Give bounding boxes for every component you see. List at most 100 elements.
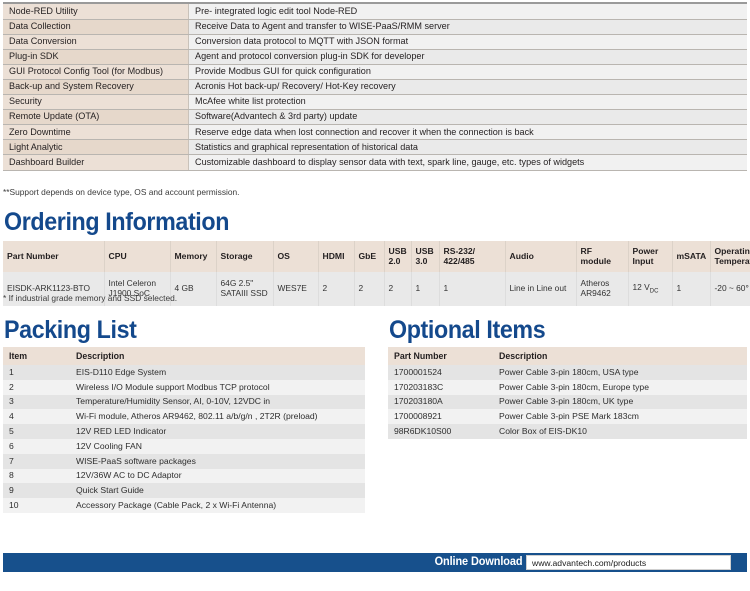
ordering-cell-usb20: 2	[384, 272, 412, 306]
optional-items-part-number-cell: 98R6DK10S00	[388, 424, 493, 439]
feature-table-row: Dashboard Builder Customizable dashboard …	[3, 154, 747, 171]
feature-table-row: Remote Update (OTA) Software(Advantech & …	[3, 109, 747, 126]
ordering-cell-os: WES7E	[273, 272, 319, 306]
feature-table-row: Security McAfee white list protection	[3, 94, 747, 111]
packing-list-header-description: Description	[70, 347, 365, 365]
optional-items-row: 170203183C Power Cable 3-pin 180cm, Europ…	[388, 379, 747, 395]
ordering-header-power-input: Power Input	[628, 241, 673, 272]
packing-list-row: 9 Quick Start Guide	[3, 483, 365, 499]
feature-description-cell: Receive Data to Agent and transfer to WI…	[188, 19, 747, 35]
ordering-header-gbe: GbE	[354, 241, 385, 272]
feature-table-row: GUI Protocol Config Tool (for Modbus) Pro…	[3, 64, 747, 80]
feature-description-cell: Pre- integrated logic edit tool Node-RED	[188, 4, 747, 20]
ordering-cell-audio: Line in Line out	[505, 272, 577, 306]
packing-list-header-row: Item Description	[3, 347, 365, 365]
packing-list-description-cell: 12V Cooling FAN	[70, 438, 365, 454]
packing-list-table-container: Item Description 1 EIS-D110 Edge System 2 W…	[3, 347, 365, 513]
packing-list-row: 2 Wireless I/O Module support Modbus TCP …	[3, 379, 365, 395]
feature-name-cell: Light Analytic	[3, 139, 189, 156]
ordering-header-hdmi: HDMI	[318, 241, 355, 272]
optional-items-description-cell: Power Cable 3-pin 180cm, Europe type	[493, 379, 747, 395]
feature-description-cell: Acronis Hot back-up/ Recovery/ Hot-Key r…	[188, 79, 747, 96]
ordering-cell-hdmi: 2	[318, 272, 355, 306]
ordering-header-os: OS	[273, 241, 319, 272]
feature-description-cell: Agent and protocol conversion plug-in SD…	[188, 49, 747, 65]
feature-table-row: Plug-in SDK Agent and protocol conversion…	[3, 49, 747, 65]
feature-table-row: Zero Downtime Reserve edge data when lost…	[3, 124, 747, 141]
online-download-url-box[interactable]: www.advantech.com/products	[526, 555, 731, 570]
packing-list-row: 4 Wi-Fi module, Atheros AR9462, 802.11 a/…	[3, 409, 365, 425]
footer-download-bar: Online Download www.advantech.com/produc…	[3, 553, 747, 572]
packing-list-row: 6 12V Cooling FAN	[3, 438, 365, 454]
packing-list-item-cell: 9	[3, 483, 70, 499]
packing-list-description-cell: Wi-Fi module, Atheros AR9462, 802.11 a/b…	[70, 409, 365, 425]
optional-items-table: Part Number Description 1700001524 Power …	[388, 347, 747, 439]
ordering-header-msata: mSATA	[672, 241, 711, 272]
packing-list-row: 7 WISE-PaaS software packages	[3, 453, 365, 469]
ordering-header-memory: Memory	[170, 241, 217, 272]
feature-name-cell: Data Conversion	[3, 34, 189, 50]
ordering-header-storage: Storage	[216, 241, 274, 272]
software-feature-table-container: Node-RED Utility Pre- integrated logic ed…	[3, 2, 747, 171]
optional-items-heading: Optional Items	[389, 316, 546, 344]
power-input-subscript: DC	[649, 288, 659, 295]
packing-list-description-cell: Quick Start Guide	[70, 483, 365, 499]
optional-items-description-cell: Power Cable 3-pin 180cm, UK type	[493, 394, 747, 410]
packing-list-description-cell: Wireless I/O Module support Modbus TCP p…	[70, 379, 365, 395]
feature-name-cell: Zero Downtime	[3, 124, 189, 141]
feature-name-cell: Security	[3, 94, 189, 111]
ordering-header-cpu: CPU	[104, 241, 171, 272]
ordering-header-usb30: USB 3.0	[411, 241, 440, 272]
feature-name-cell: Node-RED Utility	[3, 4, 189, 20]
optional-items-row: 170203180A Power Cable 3-pin 180cm, UK ty…	[388, 394, 747, 410]
packing-list-item-cell: 10	[3, 498, 70, 513]
feature-name-cell: Plug-in SDK	[3, 49, 189, 65]
optional-items-table-container: Part Number Description 1700001524 Power …	[388, 347, 747, 439]
optional-items-header-description: Description	[493, 347, 747, 365]
software-feature-table: Node-RED Utility Pre- integrated logic ed…	[3, 4, 747, 171]
ordering-cell-power-input: 12 VDC	[628, 272, 673, 306]
ordering-cell-storage: 64G 2.5" SATAIII SSD	[216, 272, 274, 306]
ordering-header-audio: Audio	[505, 241, 577, 272]
feature-description-cell: Conversion data protocol to MQTT with JS…	[188, 34, 747, 50]
ordering-cell-usb30: 1	[411, 272, 440, 306]
packing-list-description-cell: Temperature/Humidity Sensor, AI, 0-10V, …	[70, 394, 365, 410]
ordering-table-footnote: * If industrial grade memory and SSD sel…	[3, 293, 178, 303]
feature-name-cell: Dashboard Builder	[3, 154, 189, 171]
ordering-header-rf-module: RF module	[576, 241, 629, 272]
packing-list-item-cell: 3	[3, 394, 70, 410]
optional-items-description-cell: Power Cable 3-pin PSE Mark 183cm	[493, 409, 747, 425]
optional-items-row: 1700008921 Power Cable 3-pin PSE Mark 183…	[388, 409, 747, 425]
ordering-header-part-number: Part Number	[3, 241, 105, 272]
packing-list-table: Item Description 1 EIS-D110 Edge System 2 W…	[3, 347, 365, 513]
ordering-cell-rf-module: Atheros AR9462	[576, 272, 629, 306]
optional-items-part-number-cell: 170203180A	[388, 394, 493, 410]
feature-description-cell: Statistics and graphical representation …	[188, 139, 747, 156]
packing-list-item-cell: 4	[3, 409, 70, 425]
optional-items-part-number-cell: 1700001524	[388, 365, 493, 380]
packing-list-item-cell: 2	[3, 379, 70, 395]
feature-description-cell: Reserve edge data when lost connection a…	[188, 124, 747, 141]
feature-description-cell: Customizable dashboard to display sensor…	[188, 154, 747, 171]
feature-description-cell: McAfee white list protection	[188, 94, 747, 111]
packing-list-row: 1 EIS-D110 Edge System	[3, 365, 365, 380]
packing-list-row: 3 Temperature/Humidity Sensor, AI, 0-10V,…	[3, 394, 365, 410]
ordering-cell-msata: 1	[672, 272, 711, 306]
packing-list-item-cell: 1	[3, 365, 70, 380]
packing-list-header-item: Item	[3, 347, 70, 365]
feature-table-row: Data Conversion Conversion data protocol …	[3, 34, 747, 50]
ordering-cell-serial: 1	[439, 272, 506, 306]
online-download-url[interactable]: www.advantech.com/products	[532, 558, 646, 568]
feature-table-row: Light Analytic Statistics and graphical r…	[3, 139, 747, 156]
feature-name-cell: Back-up and System Recovery	[3, 79, 189, 96]
feature-description-cell: Provide Modbus GUI for quick configurati…	[188, 64, 747, 80]
optional-items-part-number-cell: 170203183C	[388, 379, 493, 395]
ordering-header-row: Part Number CPU Memory Storage OS HDMI G…	[3, 241, 750, 272]
packing-list-description-cell: 12V RED LED Indicator	[70, 424, 365, 439]
ordering-information-heading: Ordering Information	[4, 208, 230, 236]
ordering-header-serial: RS-232/ 422/485	[439, 241, 506, 272]
packing-list-description-cell: 12V/36W AC to DC Adaptor	[70, 468, 365, 484]
packing-list-row: 10 Accessory Package (Cable Pack, 2 x Wi-…	[3, 498, 365, 513]
optional-items-header-part-number: Part Number	[388, 347, 493, 365]
ordering-header-usb20: USB 2.0	[384, 241, 412, 272]
